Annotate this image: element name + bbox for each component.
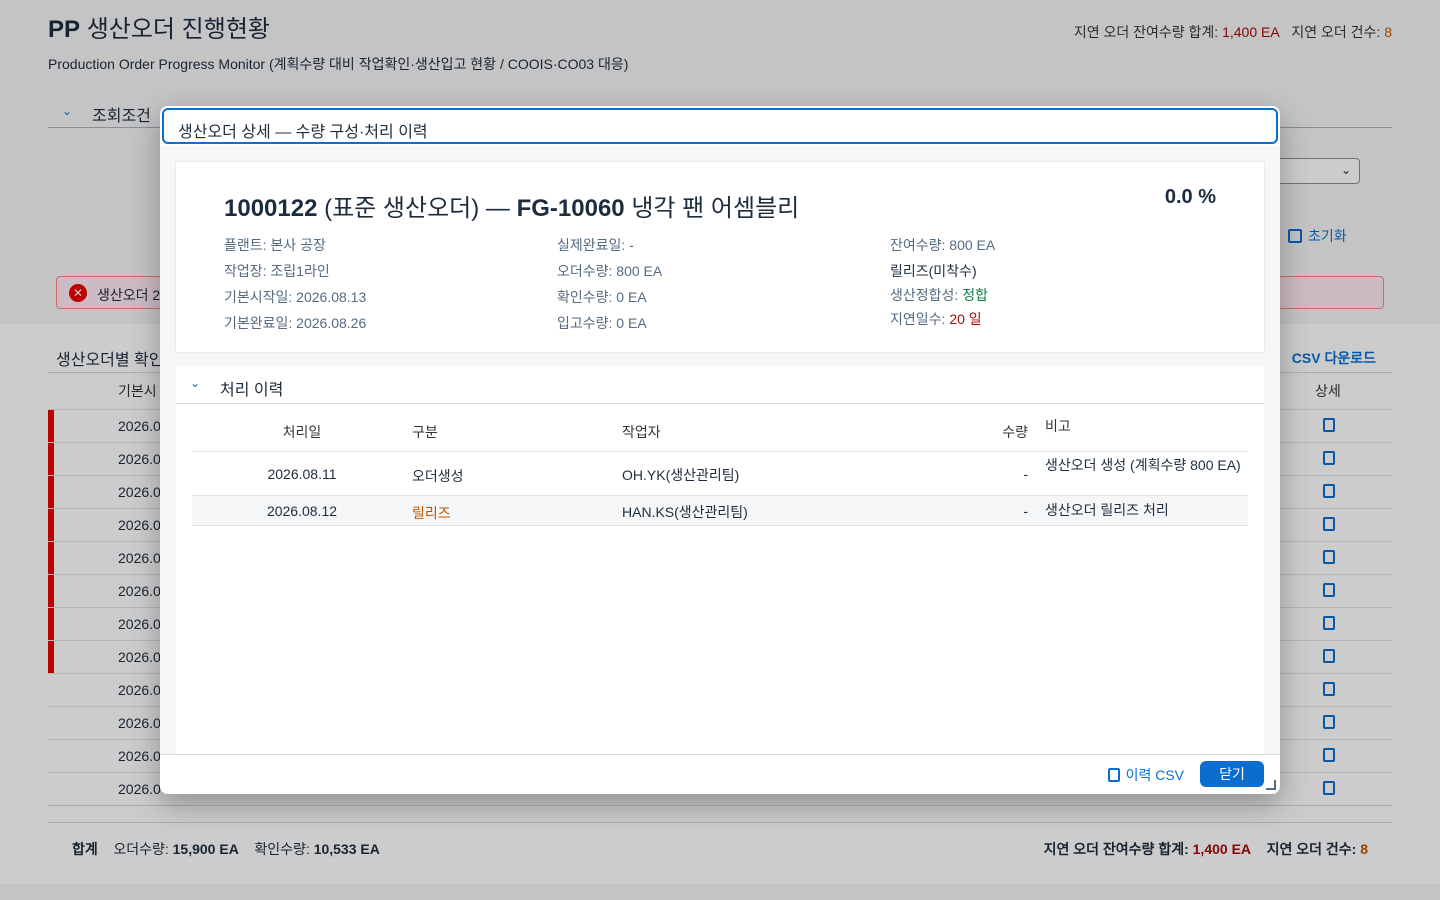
history-csv-button[interactable]: 이력 CSV [1107, 765, 1184, 785]
attr-confirm-qty: 확인수량: 0 EA [557, 289, 647, 305]
column-header-date: 처리일 [282, 424, 322, 440]
column-header-user: 작업자 [622, 424, 661, 440]
cell-note: 생산오더 릴리즈 처리 [1045, 502, 1169, 518]
cell-user: HAN.KS(생산관리팀) [622, 504, 748, 520]
progress-percent: 0.0 % [1164, 186, 1216, 208]
chevron-down-icon: ⌄ [190, 376, 201, 390]
order-header-card: 1000122 (표준 생산오더) — FG-10060 냉각 팬 어셈블리 0… [176, 162, 1264, 352]
history-section-title: 처리 이력 [220, 382, 284, 399]
column-header-type: 구분 [412, 424, 438, 440]
order-detail-dialog: 생산오더 상세 — 수량 구성·처리 이력 1000122 (표준 생산오더) … [160, 106, 1280, 794]
attr-consistency: 생산정합성: 정합 [890, 287, 988, 303]
attr-actual-finish: 실제완료일: - [557, 237, 634, 253]
attr-delay-days: 지연일수: 20 일 [890, 311, 982, 327]
cell-note: 생산오더 생성 (계획수량 800 EA) [1045, 457, 1241, 473]
cell-qty: - [1023, 503, 1028, 519]
column-header-note: 비고 [1045, 418, 1071, 434]
attr-basic-finish: 기본완료일: 2026.08.26 [224, 315, 367, 331]
attr-remaining-qty: 잔여수량: 800 EA [890, 237, 996, 253]
table-row: 2026.08.12 릴리즈 HAN.KS(생산관리팀) - 생산오더 릴리즈 … [192, 496, 1248, 526]
close-button[interactable]: 닫기 [1200, 761, 1264, 787]
attr-receipt-qty: 입고수량: 0 EA [557, 315, 647, 331]
cell-type: 릴리즈 [412, 505, 451, 521]
status-badge: 릴리즈(미착수) [890, 263, 977, 279]
attr-order-qty: 오더수량: 800 EA [557, 263, 663, 279]
dialog-body: 1000122 (표준 생산오더) — FG-10060 냉각 팬 어셈블리 0… [160, 146, 1280, 754]
cell-qty: - [1023, 466, 1028, 482]
history-section: ⌄ 처리 이력 처리일 구분 작업자 수량 비고 2026.08.11 오더생성… [176, 366, 1264, 754]
history-table-header: 처리일 구분 작업자 수량 비고 [192, 418, 1248, 452]
cell-type: 오더생성 [412, 468, 464, 484]
resize-handle-icon[interactable] [1266, 780, 1276, 790]
column-header-qty: 수량 [1002, 424, 1028, 440]
export-icon [1107, 768, 1120, 782]
attr-workcenter: 작업장: 조립1라인 [224, 263, 330, 279]
attr-plant: 플랜트: 본사 공장 [224, 237, 326, 253]
history-section-header[interactable]: ⌄ 처리 이력 [176, 366, 1264, 404]
dialog-title: 생산오더 상세 — 수량 구성·처리 이력 [178, 124, 428, 141]
dialog-footer: 이력 CSV 닫기 [160, 754, 1280, 794]
cell-date: 2026.08.11 [267, 466, 337, 482]
dialog-header: 생산오더 상세 — 수량 구성·처리 이력 [162, 108, 1278, 144]
order-heading: 1000122 (표준 생산오더) — FG-10060 냉각 팬 어셈블리 [224, 195, 800, 222]
attr-basic-start: 기본시작일: 2026.08.13 [224, 289, 367, 305]
cell-user: OH.YK(생산관리팀) [622, 467, 740, 483]
cell-date: 2026.08.12 [266, 503, 338, 519]
table-row: 2026.08.11 오더생성 OH.YK(생산관리팀) - 생산오더 생성 (… [192, 452, 1248, 496]
